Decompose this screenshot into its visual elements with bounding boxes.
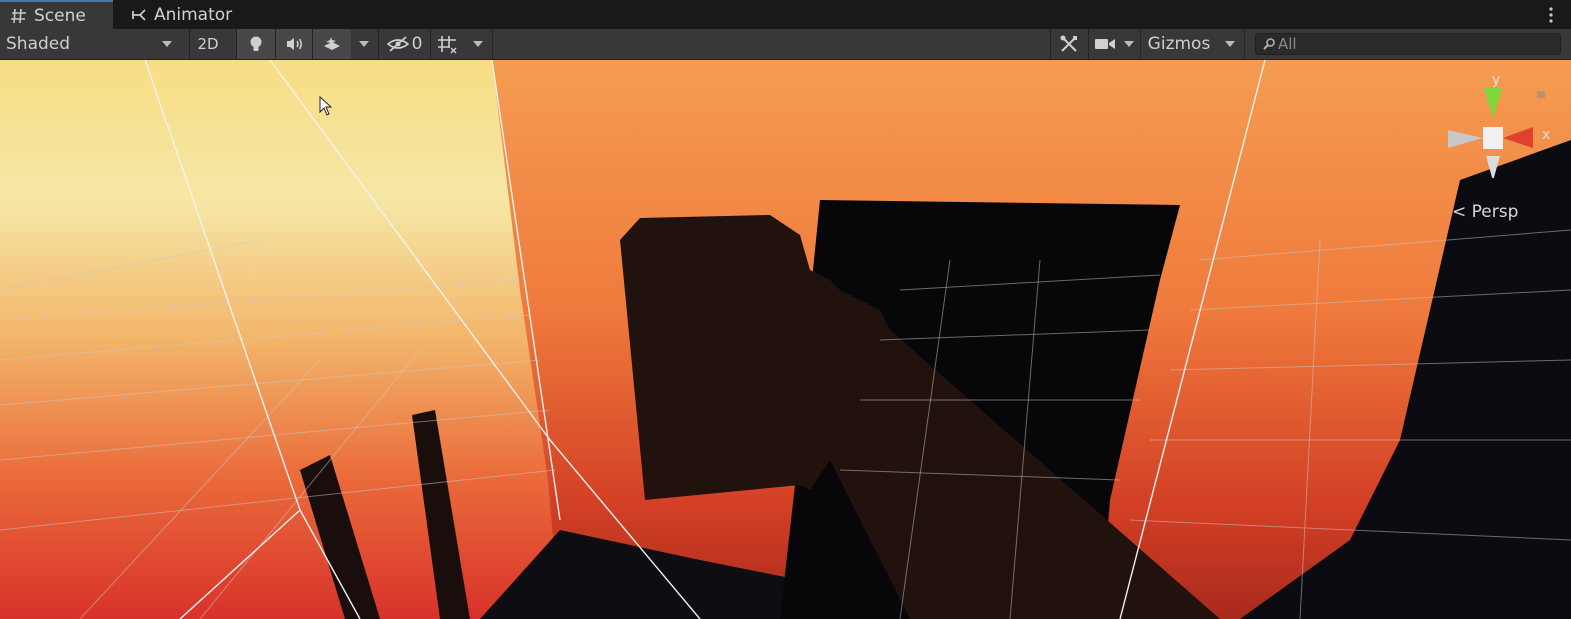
- effects-layers-icon: [324, 37, 340, 50]
- camera-dropdown[interactable]: [1120, 29, 1138, 59]
- gizmos-dropdown[interactable]: [1218, 29, 1242, 59]
- center-cube[interactable]: [1483, 127, 1503, 149]
- draw-mode-label: Shaded: [6, 34, 71, 54]
- scene-render: [0, 60, 1571, 619]
- hidden-count: 0: [411, 34, 423, 54]
- axis-y-cone[interactable]: [1484, 88, 1502, 118]
- toggle-2d-label: 2D: [197, 35, 219, 53]
- camera-settings-button[interactable]: [1090, 29, 1120, 59]
- search-icon: [1263, 38, 1275, 50]
- hidden-eye-icon: [386, 36, 409, 52]
- toolbar-divider: [1244, 29, 1245, 59]
- grid-snap-icon: [438, 36, 457, 54]
- tools-crossed-icon: [1060, 35, 1077, 52]
- mouse-cursor-icon: [319, 96, 333, 116]
- gizmos-label: Gizmos: [1147, 34, 1211, 54]
- grid-hash-icon: [11, 8, 26, 23]
- toolbar-divider: [1050, 29, 1051, 59]
- toolbar-divider: [1140, 29, 1141, 59]
- hierarchy-search-field[interactable]: [1255, 33, 1561, 55]
- chevron-down-icon: [473, 41, 483, 47]
- axis-x-label: x: [1542, 127, 1550, 143]
- tab-scene-label: Scene: [34, 5, 86, 26]
- axis-y-label: y: [1492, 72, 1500, 88]
- axis-neg-x-cone[interactable]: [1448, 130, 1483, 148]
- axis-x-cone[interactable]: [1503, 127, 1533, 148]
- gizmos-button[interactable]: Gizmos: [1142, 29, 1216, 59]
- lightbulb-icon: [250, 36, 262, 51]
- grid-dropdown[interactable]: [465, 29, 491, 59]
- scene-visibility-button[interactable]: 0: [379, 29, 429, 59]
- tools-button[interactable]: [1052, 29, 1086, 59]
- effects-toggle-button[interactable]: [313, 29, 351, 59]
- draw-mode-dropdown[interactable]: Shaded: [0, 29, 180, 59]
- orientation-gizmo[interactable]: y x: [1440, 68, 1550, 178]
- speaker-icon: [287, 38, 302, 50]
- grid-toggle-button[interactable]: [431, 29, 463, 59]
- animator-icon: [132, 8, 146, 21]
- lock-icon[interactable]: [1537, 91, 1545, 98]
- axis-neg-y-cone[interactable]: [1486, 156, 1500, 178]
- projection-toggle[interactable]: < Persp: [1452, 202, 1518, 222]
- chevron-down-icon: [1225, 41, 1235, 47]
- tab-animator-label: Animator: [154, 4, 233, 25]
- camera-icon: [1095, 39, 1115, 49]
- chevron-down-icon: [162, 41, 172, 47]
- chevron-down-icon: [359, 41, 369, 47]
- chevron-down-icon: [1124, 41, 1134, 47]
- toolbar-divider: [492, 29, 493, 59]
- scene-viewport[interactable]: y x < Persp: [0, 60, 1571, 619]
- tab-scene[interactable]: Scene: [0, 0, 113, 29]
- toggle-2d-button[interactable]: 2D: [190, 29, 226, 59]
- audio-toggle-button[interactable]: [276, 29, 312, 59]
- toolbar-divider: [1088, 29, 1089, 59]
- lighting-toggle-button[interactable]: [237, 29, 275, 59]
- effects-dropdown[interactable]: [352, 29, 376, 59]
- search-input[interactable]: [1278, 34, 1556, 54]
- more-options-icon[interactable]: [1549, 7, 1553, 23]
- tab-animator[interactable]: Animator: [130, 0, 232, 29]
- tab-bar: Scene Animator: [0, 0, 1571, 30]
